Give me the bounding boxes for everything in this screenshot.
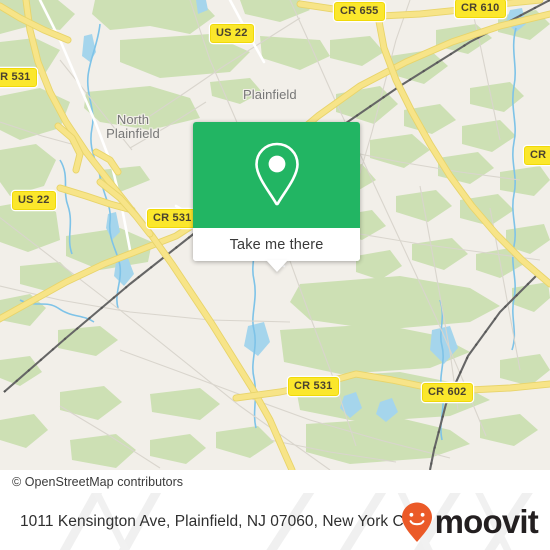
road-shield-cr-531-mid: CR 531 — [147, 209, 198, 228]
openstreetmap-attribution[interactable]: © OpenStreetMap contributors — [0, 475, 183, 489]
moovit-pin-icon — [401, 502, 432, 542]
road-shield-cr-right-edge: CR — [524, 146, 550, 165]
footer-bar: 1011 Kensington Ave, Plainfield, NJ 0706… — [0, 493, 550, 550]
road-shield-us-22-west: US 22 — [12, 191, 56, 210]
popup-header — [193, 122, 360, 228]
road-shield-cr-531-left: CR 531 — [0, 68, 37, 87]
location-pin-icon — [254, 142, 299, 206]
moovit-wordmark: moovit — [434, 503, 539, 540]
take-me-there-button[interactable]: Take me there — [193, 228, 360, 261]
location-address-text: 1011 Kensington Ave, Plainfield, NJ 0706… — [20, 512, 420, 530]
road-shield-cr-610: CR 610 — [455, 0, 506, 18]
map-attribution-bar: © OpenStreetMap contributors — [0, 470, 550, 493]
road-shield-cr-655: CR 655 — [334, 2, 385, 21]
map-canvas[interactable]: .greenarea { fill:#cde0b4; } .water { fi… — [0, 0, 550, 470]
moovit-logo[interactable]: moovit — [400, 501, 539, 543]
location-popup-card[interactable]: Take me there — [193, 122, 360, 272]
road-shield-cr-602: CR 602 — [422, 383, 473, 402]
road-shield-us-22-north: US 22 — [210, 24, 254, 43]
road-shield-cr-531-south: CR 531 — [288, 377, 339, 396]
popup-pointer-tail — [265, 260, 288, 272]
take-me-there-label: Take me there — [229, 236, 324, 253]
map-screenshot: .greenarea { fill:#cde0b4; } .water { fi… — [0, 0, 550, 550]
